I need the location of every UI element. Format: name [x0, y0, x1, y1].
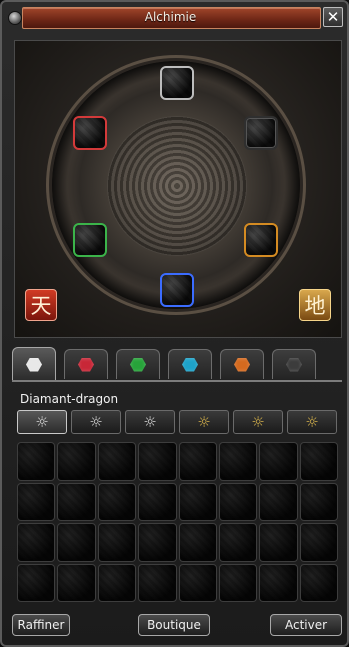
- inventory-slot[interactable]: [97, 482, 137, 521]
- inventory-slot[interactable]: [218, 523, 258, 562]
- inventory-slot[interactable]: [259, 523, 298, 562]
- sun-icon: ☼: [305, 413, 319, 431]
- inventory-slot[interactable]: [178, 482, 217, 521]
- inventory-slot[interactable]: [97, 563, 137, 602]
- grade-button-6[interactable]: ☼: [287, 410, 337, 434]
- tab-white-gem[interactable]: [12, 347, 56, 381]
- grade-button-1[interactable]: ☼: [17, 410, 67, 434]
- inventory-slot[interactable]: [218, 563, 258, 602]
- red-gem-icon: [78, 357, 94, 372]
- inventory-slot[interactable]: [178, 442, 217, 481]
- inventory-slot[interactable]: [178, 523, 217, 562]
- tab-red-gem[interactable]: [64, 349, 108, 379]
- sun-icon: ☼: [143, 413, 157, 431]
- tab-green-gem[interactable]: [116, 349, 160, 379]
- inventory-slot[interactable]: [17, 442, 56, 481]
- action-bar: Raffiner Boutique Activer: [12, 614, 342, 638]
- slot-lower-right[interactable]: [244, 223, 278, 257]
- shop-button[interactable]: Boutique: [138, 614, 210, 636]
- gem-tabs: [12, 347, 342, 381]
- inventory-slot[interactable]: [138, 563, 177, 602]
- inventory-slot[interactable]: [57, 442, 96, 481]
- blue-gem-icon: [182, 357, 198, 372]
- inventory-grid: [17, 442, 338, 602]
- inventory-slot[interactable]: [57, 523, 96, 562]
- black-gem-icon: [286, 357, 302, 372]
- window-title: Alchimie: [144, 10, 197, 24]
- alchemy-panel: 天 地: [14, 40, 342, 338]
- sun-icon: ☼: [197, 413, 211, 431]
- title-bar: Alchimie ✕: [8, 7, 343, 29]
- inventory-slot[interactable]: [17, 482, 56, 521]
- inventory-slot[interactable]: [299, 523, 338, 562]
- sun-icon: ☼: [89, 413, 103, 431]
- refine-button[interactable]: Raffiner: [12, 614, 70, 636]
- inventory-slot[interactable]: [57, 482, 96, 521]
- sun-icon: ☼: [251, 413, 265, 431]
- activate-button[interactable]: Activer: [270, 614, 342, 636]
- inventory-slot[interactable]: [259, 482, 298, 521]
- inventory-slot[interactable]: [299, 442, 338, 481]
- tab-divider: [12, 380, 342, 382]
- inventory-slot[interactable]: [138, 523, 177, 562]
- inventory-slot[interactable]: [178, 563, 217, 602]
- slot-upper-left[interactable]: [73, 116, 107, 150]
- slot-top[interactable]: [160, 66, 194, 100]
- grade-button-5[interactable]: ☼: [233, 410, 283, 434]
- inventory-slot[interactable]: [57, 563, 96, 602]
- orange-gem-icon: [234, 357, 250, 372]
- grade-button-2[interactable]: ☼: [71, 410, 121, 434]
- slot-upper-right[interactable]: [244, 116, 278, 150]
- inventory-slot[interactable]: [218, 482, 258, 521]
- inventory-slot[interactable]: [138, 482, 177, 521]
- slot-bottom[interactable]: [160, 273, 194, 307]
- dragon-pattern: [107, 116, 247, 256]
- green-gem-icon: [130, 357, 146, 372]
- grade-button-4[interactable]: ☼: [179, 410, 229, 434]
- inventory-slot[interactable]: [17, 523, 56, 562]
- inventory-slot[interactable]: [218, 442, 258, 481]
- inventory-slot[interactable]: [259, 442, 298, 481]
- sun-icon: ☼: [35, 413, 49, 431]
- inventory-slot[interactable]: [138, 442, 177, 481]
- earth-symbol[interactable]: 地: [299, 289, 331, 321]
- heaven-symbol[interactable]: 天: [25, 289, 57, 321]
- window-knob-icon: [8, 11, 22, 25]
- inventory-slot[interactable]: [97, 523, 137, 562]
- tab-orange-gem[interactable]: [220, 349, 264, 379]
- inventory-slot[interactable]: [97, 442, 137, 481]
- tab-black-gem[interactable]: [272, 349, 316, 379]
- grade-button-3[interactable]: ☼: [125, 410, 175, 434]
- inventory-slot[interactable]: [17, 563, 56, 602]
- inventory-slot[interactable]: [299, 563, 338, 602]
- section-title: Diamant-dragon: [20, 392, 119, 406]
- grade-selector: ☼ ☼ ☼ ☼ ☼ ☼: [17, 410, 338, 436]
- tab-blue-gem[interactable]: [168, 349, 212, 379]
- slot-lower-left[interactable]: [73, 223, 107, 257]
- inventory-slot[interactable]: [259, 563, 298, 602]
- close-button[interactable]: ✕: [323, 7, 343, 27]
- inventory-slot[interactable]: [299, 482, 338, 521]
- white-gem-icon: [26, 357, 42, 372]
- alchemy-window: Alchimie ✕ 天 地 Diamant-dragon ☼ ☼ ☼ ☼ ☼ …: [0, 0, 349, 647]
